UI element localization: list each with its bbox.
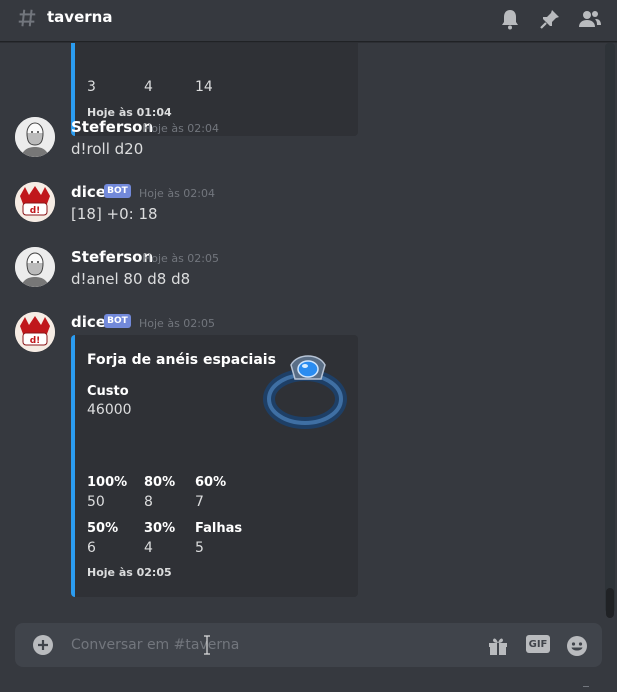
message-content: d!anel 80 d8 d8 xyxy=(71,270,191,288)
embed-field-name: Falhas xyxy=(195,521,243,536)
text-cursor-icon xyxy=(204,635,210,655)
channel-header: taverna xyxy=(0,0,617,42)
embed-field-value: 7 xyxy=(195,494,204,510)
embed-field-name: Custo xyxy=(87,384,129,399)
embed-field-name: 100% xyxy=(87,475,128,490)
bot-avatar-icon: d! xyxy=(15,182,55,222)
message-input[interactable] xyxy=(71,623,471,667)
message-timestamp: Hoje às 02:04 xyxy=(143,122,219,135)
message-timestamp: Hoje às 02:05 xyxy=(139,317,215,330)
message-author[interactable]: dice xyxy=(71,313,106,331)
embed-title: Forja de anéis espaciais xyxy=(87,352,276,368)
hash-icon xyxy=(18,9,36,27)
bot-badge: BOT xyxy=(104,184,131,198)
svg-text:d!: d! xyxy=(30,336,41,346)
avatar[interactable] xyxy=(15,247,55,287)
bot-avatar-icon: d! xyxy=(15,312,55,352)
message-author[interactable]: Steferson xyxy=(71,118,153,136)
members-icon[interactable] xyxy=(578,7,602,31)
emoji-icon[interactable] xyxy=(565,634,589,658)
embed-field-name: 80% xyxy=(144,475,176,490)
embed-field-value: 3 xyxy=(87,79,96,95)
message-list: 3 4 14 Hoje às 01:04 Steferson Hoje às 0… xyxy=(0,43,605,610)
svg-text:d!: d! xyxy=(30,206,41,216)
embed-field-name: 30% xyxy=(144,521,176,536)
embed-field-value: 8 xyxy=(144,494,153,510)
scrollbar-thumb[interactable] xyxy=(606,588,614,618)
embed-field-value: 4 xyxy=(144,540,153,556)
embed-field-value: 50 xyxy=(87,494,105,510)
embed-field-name: 60% xyxy=(195,475,227,490)
bot-badge: BOT xyxy=(104,314,131,328)
avatar[interactable]: d! xyxy=(15,312,55,352)
ring-forge-embed: Forja de anéis espaciais Custo 46000 100… xyxy=(71,335,358,597)
channel-name: taverna xyxy=(47,8,113,26)
plus-icon xyxy=(38,640,48,650)
embed-field-value: 4 xyxy=(144,79,153,95)
scrollbar-track[interactable] xyxy=(605,43,615,613)
avatar[interactable] xyxy=(15,117,55,157)
embed-field-value: 5 xyxy=(195,540,204,556)
ring-thumbnail-icon[interactable] xyxy=(263,347,349,433)
bell-icon[interactable] xyxy=(498,7,522,31)
message-timestamp: Hoje às 02:05 xyxy=(143,252,219,265)
message-content: d!roll d20 xyxy=(71,140,144,158)
embed-field-value: 6 xyxy=(87,540,96,556)
embed-field-value: 14 xyxy=(195,79,213,95)
gift-icon[interactable] xyxy=(486,634,510,658)
embed-footer: Hoje às 02:05 xyxy=(87,566,172,579)
gif-button[interactable]: GIF xyxy=(526,635,550,653)
message-composer: GIF xyxy=(15,623,602,667)
avatar[interactable]: d! xyxy=(15,182,55,222)
embed-field-value: 46000 xyxy=(87,402,132,418)
resize-handle[interactable] xyxy=(583,686,589,692)
message-author[interactable]: Steferson xyxy=(71,248,153,266)
message-content: [18] +0: 18 xyxy=(71,205,158,223)
pin-icon[interactable] xyxy=(538,7,562,31)
message-timestamp: Hoje às 02:04 xyxy=(139,187,215,200)
message-author[interactable]: dice xyxy=(71,183,106,201)
user-avatar-icon xyxy=(15,117,55,157)
upload-button[interactable] xyxy=(33,635,53,655)
embed-field-name: 50% xyxy=(87,521,119,536)
user-avatar-icon xyxy=(15,247,55,287)
